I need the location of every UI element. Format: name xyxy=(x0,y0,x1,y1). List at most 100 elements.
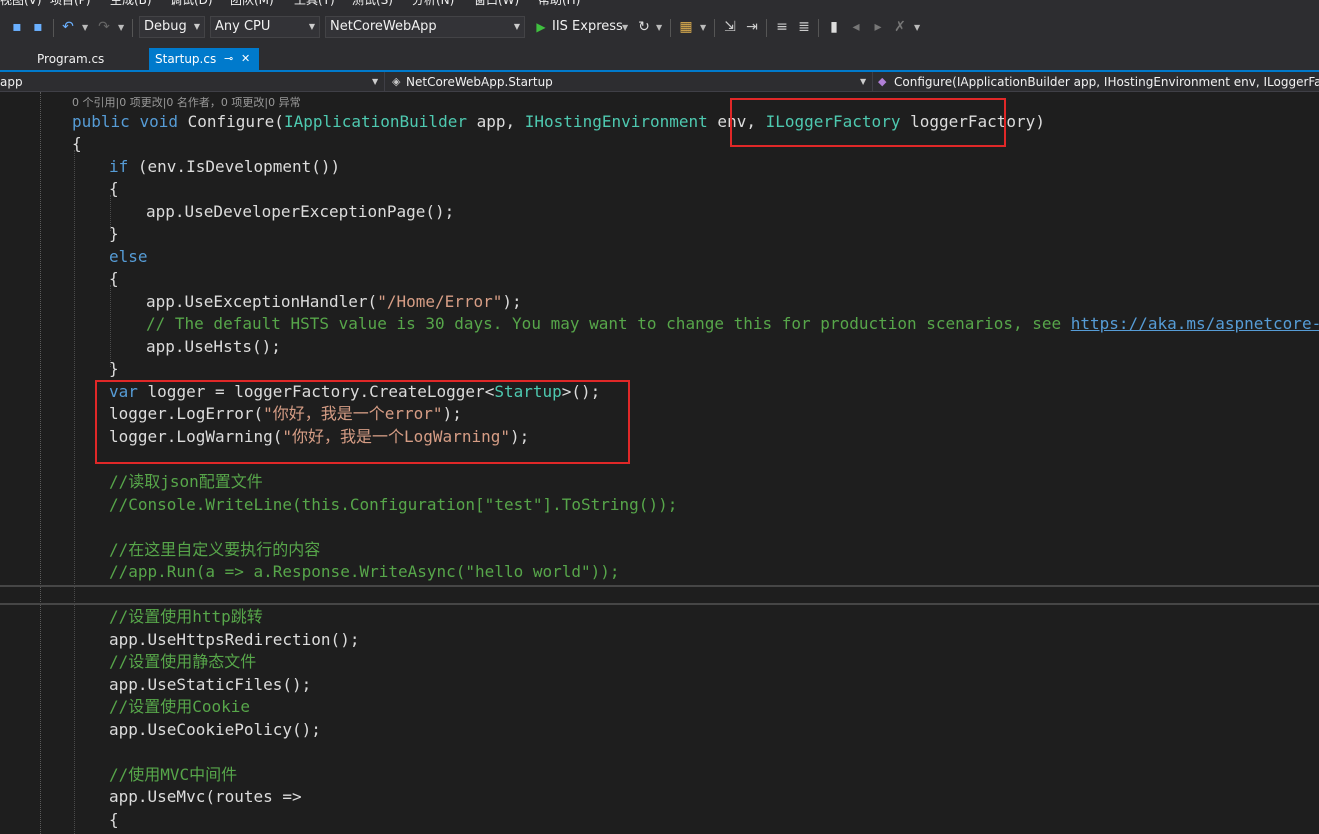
tab-startup-cs[interactable]: Startup.cs ⊸ ✕ xyxy=(149,48,259,70)
project-combo[interactable]: NetCoreWebApp ▼ xyxy=(325,16,525,38)
play-icon[interactable]: ▶ xyxy=(534,18,548,36)
refresh-dropdown-icon[interactable]: ▼ xyxy=(656,23,662,32)
menu-tools[interactable]: 工具(T) xyxy=(294,0,335,8)
chevron-down-icon: ▼ xyxy=(308,22,315,31)
project-nav-combo[interactable]: app xyxy=(0,73,380,91)
clear-bookmarks-icon[interactable]: ✗ xyxy=(892,18,908,36)
code-text: (env.IsDevelopment()) xyxy=(128,157,341,176)
menu-help[interactable]: 帮助(H) xyxy=(538,0,580,8)
code-line-hsts-comment: // The default HSTS value is 30 days. Yo… xyxy=(146,313,1319,335)
string-literal: "/Home/Error" xyxy=(377,292,503,311)
keyword: public xyxy=(72,112,130,131)
class-nav-combo[interactable]: NetCoreWebApp.Startup xyxy=(406,73,862,91)
bookmark-icon[interactable]: ▮ xyxy=(826,18,842,36)
code-line-exception-handler: app.UseExceptionHandler("/Home/Error"); xyxy=(146,291,522,313)
keyword: if xyxy=(109,157,129,176)
tab-program-cs[interactable]: Program.cs xyxy=(28,48,148,70)
code-line: } xyxy=(109,224,119,243)
next-bookmark-icon[interactable]: ▸ xyxy=(870,18,886,36)
code-line: app.UseStaticFiles(); xyxy=(109,675,312,694)
save-all-icon[interactable]: ▪ xyxy=(30,18,46,36)
toolbar-separator xyxy=(670,19,671,37)
code-editor[interactable]: 0 个引用|0 项更改|0 名作者，0 项更改|0 异常 public void… xyxy=(0,92,1319,834)
comment: //在这里自定义要执行的内容 xyxy=(109,540,321,559)
comment: //使用MVC中间件 xyxy=(109,765,238,784)
method-icon: ◆ xyxy=(878,75,887,88)
code-line: app.UseDeveloperExceptionPage(); xyxy=(146,202,455,221)
browser-link-dropdown-icon[interactable]: ▼ xyxy=(700,23,706,32)
comment: // The default HSTS value is 30 days. Yo… xyxy=(146,314,1071,333)
class-icon: ◈ xyxy=(392,75,401,88)
editor-margin xyxy=(40,92,41,834)
redo-dropdown-icon[interactable]: ▼ xyxy=(118,23,124,32)
comment: //设置使用http跳转 xyxy=(109,607,263,626)
code-line: } xyxy=(109,359,119,378)
redo-icon[interactable]: ↷ xyxy=(96,18,112,36)
comment: //app.Run(a => a.Response.WriteAsync("he… xyxy=(109,562,620,581)
codelens-info[interactable]: 0 个引用|0 项更改|0 名作者，0 项更改|0 异常 xyxy=(72,94,301,110)
member-nav-value: Configure(IApplicationBuilder app, IHost… xyxy=(894,75,1319,89)
comment: //读取json配置文件 xyxy=(109,472,263,491)
navigation-bar: app ▼ ◈ NetCoreWebApp.Startup ▼ ◆ Config… xyxy=(0,72,1319,92)
code-line: app.UseMvc(routes => xyxy=(109,787,302,806)
keyword: void xyxy=(139,112,178,131)
highlight-box-logger-factory-param xyxy=(730,98,1006,147)
nav-separator xyxy=(872,72,873,92)
code-line: app.UseCookiePolicy(); xyxy=(109,720,321,739)
code-line: { xyxy=(109,810,119,829)
toolbar-separator xyxy=(818,19,819,37)
chevron-down-icon: ▼ xyxy=(513,22,520,31)
run-dropdown-icon[interactable]: ▼ xyxy=(622,23,628,32)
save-icon[interactable]: ▪ xyxy=(10,18,24,36)
code-line: app.UseHsts(); xyxy=(146,337,281,356)
project-nav-value: app xyxy=(0,75,23,89)
toolbar-overflow-icon[interactable]: ▼ xyxy=(914,23,920,32)
undo-dropdown-icon[interactable]: ▼ xyxy=(82,23,88,32)
highlight-box-logger-calls xyxy=(95,380,630,464)
browser-link-icon[interactable]: ▦ xyxy=(678,18,694,36)
refresh-icon[interactable]: ↻ xyxy=(636,18,652,36)
indent-guide xyxy=(74,150,75,834)
code-line: { xyxy=(72,134,82,153)
menu-test[interactable]: 测试(S) xyxy=(352,0,393,8)
code-line: { xyxy=(109,179,119,198)
code-line: { xyxy=(109,269,119,288)
uncomment-lines-icon[interactable]: ≣ xyxy=(796,18,812,36)
step-over-icon[interactable]: ⇥ xyxy=(744,18,760,36)
menu-analyze[interactable]: 分析(N) xyxy=(412,0,454,8)
menu-view[interactable]: 视图(V) xyxy=(0,0,42,8)
code-line-if: if (env.IsDevelopment()) xyxy=(109,156,340,178)
member-nav-combo[interactable]: Configure(IApplicationBuilder app, IHost… xyxy=(894,73,1319,91)
toolbar: ▪ ▪ ↶ ▼ ↷ ▼ Debug ▼ Any CPU ▼ NetCoreWeb… xyxy=(0,10,1319,46)
code-text: ); xyxy=(502,292,522,311)
run-button[interactable]: IIS Express xyxy=(552,19,623,34)
config-combo[interactable]: Debug ▼ xyxy=(139,16,205,38)
chevron-down-icon[interactable]: ▼ xyxy=(860,73,866,91)
platform-combo[interactable]: Any CPU ▼ xyxy=(210,16,320,38)
comment: //设置使用静态文件 xyxy=(109,652,257,671)
menu-bar: 视图(V) 项目(P) 生成(B) 调试(D) 团队(M) 工具(T) 测试(S… xyxy=(0,0,1319,10)
toolbar-separator xyxy=(53,19,54,37)
hsts-link[interactable]: https://aka.ms/aspnetcore-hsts xyxy=(1071,314,1319,333)
undo-icon[interactable]: ↶ xyxy=(60,18,76,36)
document-tab-bar: Program.cs Startup.cs ⊸ ✕ xyxy=(0,46,1319,70)
comment-lines-icon[interactable]: ≡ xyxy=(774,18,790,36)
prev-bookmark-icon[interactable]: ◂ xyxy=(848,18,864,36)
code-text: app.UseExceptionHandler( xyxy=(146,292,378,311)
chevron-down-icon: ▼ xyxy=(193,22,200,31)
menu-project[interactable]: 项目(P) xyxy=(50,0,91,8)
platform-value: Any CPU xyxy=(215,19,271,34)
menu-build[interactable]: 生成(B) xyxy=(110,0,152,8)
tab-label: Startup.cs xyxy=(155,52,217,66)
code-line-else: else xyxy=(109,247,148,266)
toolbar-separator xyxy=(714,19,715,37)
menu-team[interactable]: 团队(M) xyxy=(230,0,274,8)
class-nav-value: NetCoreWebApp.Startup xyxy=(406,75,553,89)
menu-debug[interactable]: 调试(D) xyxy=(170,0,213,8)
close-icon[interactable]: ✕ xyxy=(241,48,250,70)
step-into-icon[interactable]: ⇲ xyxy=(722,18,738,36)
pin-icon[interactable]: ⊸ xyxy=(224,48,233,70)
menu-window[interactable]: 窗口(W) xyxy=(474,0,519,8)
comment: //Console.WriteLine(this.Configuration["… xyxy=(109,495,678,514)
chevron-down-icon[interactable]: ▼ xyxy=(372,73,378,91)
